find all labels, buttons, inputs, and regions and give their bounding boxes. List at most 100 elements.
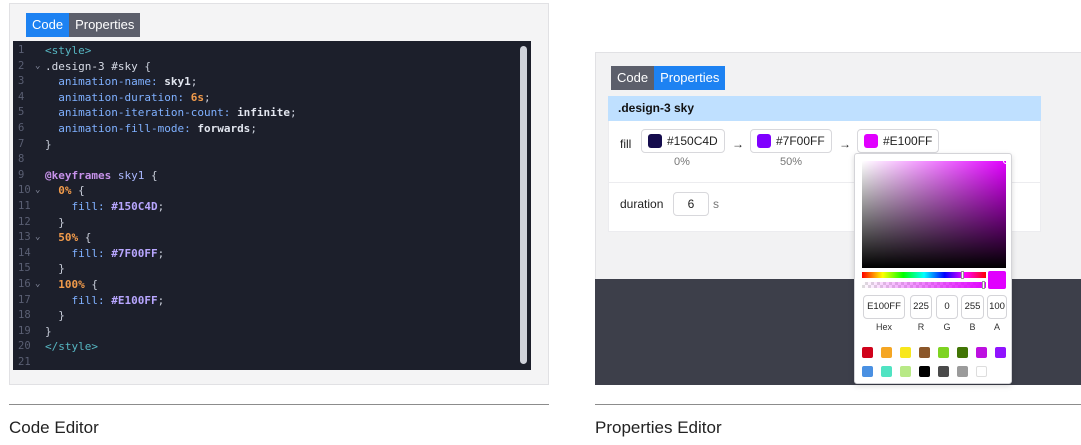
preset-color-swatch[interactable]: [881, 347, 892, 358]
line-number: 18: [18, 309, 31, 322]
code-line: 11 fill: #150C4D;: [13, 199, 513, 215]
preset-color-swatch[interactable]: [919, 347, 930, 358]
preset-color-swatch[interactable]: [900, 366, 911, 377]
saturation-field[interactable]: [862, 158, 1009, 268]
fold-gutter: [35, 121, 45, 137]
color-picker: E100FF 225 0 255 100 Hex R G B A: [854, 153, 1012, 384]
preset-color-swatch[interactable]: [862, 347, 873, 358]
line-number: 13: [18, 231, 31, 244]
fold-gutter: [35, 152, 45, 168]
preset-color-swatch[interactable]: [938, 366, 949, 377]
code-line: 18 }: [13, 308, 513, 324]
stop-percent-0: 0%: [674, 156, 690, 168]
code-line: 13 ⌄ 50% {: [13, 230, 513, 246]
hex-field[interactable]: E100FF: [863, 295, 905, 319]
tab-properties[interactable]: Properties: [654, 66, 726, 90]
alpha-handle[interactable]: [982, 281, 985, 289]
blue-field[interactable]: 255: [961, 295, 984, 319]
fold-chevron-icon[interactable]: ⌄: [35, 277, 45, 293]
code-line: 2 ⌄ .design-3 #sky {: [13, 59, 513, 75]
code-text: animation-iteration-count: infinite;: [45, 106, 297, 120]
color-stop-0[interactable]: #150C4D: [641, 129, 725, 153]
hex-label: Hex: [875, 322, 892, 332]
alpha-field[interactable]: 100: [987, 295, 1007, 319]
code-text: }: [45, 215, 65, 229]
fold-gutter: [35, 43, 45, 59]
line-number: 19: [18, 324, 31, 337]
line-number: 6: [18, 121, 25, 134]
code-line: 19}: [13, 324, 513, 340]
fold-gutter: [35, 293, 45, 309]
code-line: 14 fill: #7F00FF;: [13, 246, 513, 262]
saturation-cursor[interactable]: [1003, 158, 1009, 164]
code-text: }: [45, 309, 65, 323]
line-number: 1: [18, 44, 25, 56]
preset-color-swatch[interactable]: [976, 347, 987, 358]
code-text: 0% {: [45, 184, 85, 198]
code-line: 9 @keyframes sky1 {: [13, 168, 513, 184]
color-swatch: [757, 134, 771, 148]
color-swatch: [648, 134, 662, 148]
code-text: animation-name: sky1;: [45, 75, 198, 89]
line-number: 14: [18, 246, 31, 259]
hue-slider[interactable]: [862, 271, 986, 279]
preset-color-swatch[interactable]: [976, 366, 987, 377]
preset-color-swatch[interactable]: [900, 347, 911, 358]
preset-color-swatch[interactable]: [881, 366, 892, 377]
code-line: 1 <style>: [13, 43, 513, 59]
code-editor[interactable]: 1 <style> 2 ⌄ .design-3 #sky {3 animation-na…: [13, 41, 531, 370]
line-number: 2: [18, 59, 25, 72]
current-color-swatch: [988, 271, 1006, 289]
right-tab-bar: Code Properties: [611, 66, 726, 90]
code-text: fill: #7F00FF;: [45, 246, 165, 260]
code-lines: 1 <style> 2 ⌄ .design-3 #sky {3 animation-na…: [13, 43, 513, 370]
alpha-slider[interactable]: [862, 281, 986, 289]
green-field[interactable]: 0: [936, 295, 958, 319]
line-number: 20: [18, 340, 31, 353]
preset-color-swatch[interactable]: [919, 366, 930, 377]
arrow-icon: →: [732, 137, 744, 151]
line-number: 16: [18, 277, 31, 290]
line-number: 5: [18, 106, 25, 119]
arrow-icon: →: [839, 137, 851, 151]
line-number: 12: [18, 215, 31, 228]
red-field[interactable]: 225: [910, 295, 932, 319]
fold-gutter: [35, 137, 45, 153]
scrollbar-thumb[interactable]: [520, 46, 527, 364]
hue-handle[interactable]: [961, 271, 964, 279]
blue-label: B: [969, 322, 976, 332]
line-number: 15: [18, 262, 31, 275]
tab-code[interactable]: Code: [611, 66, 655, 90]
preset-color-swatch[interactable]: [957, 347, 968, 358]
fold-chevron-icon[interactable]: ⌄: [35, 183, 45, 199]
line-number: 10: [18, 184, 31, 197]
line-number: 11: [18, 199, 31, 212]
line-number: 4: [18, 90, 25, 103]
code-text: }: [45, 324, 52, 338]
preset-color-swatch[interactable]: [862, 366, 873, 377]
color-stop-2[interactable]: #E100FF: [857, 129, 940, 153]
fold-gutter: [35, 339, 45, 355]
fold-gutter: [35, 90, 45, 106]
preset-color-swatch[interactable]: [995, 347, 1006, 358]
code-line: 3 animation-name: sky1;: [13, 74, 513, 90]
preset-color-swatch[interactable]: [957, 366, 968, 377]
fill-label: fill: [620, 137, 632, 151]
code-line: 20 </style>: [13, 339, 513, 355]
color-stop-1[interactable]: #7F00FF: [750, 129, 832, 153]
code-text: </style>: [45, 340, 98, 354]
preset-color-swatch[interactable]: [938, 347, 949, 358]
code-scrollbar[interactable]: [519, 43, 529, 368]
duration-label: duration: [620, 197, 664, 211]
caption-divider: [595, 404, 1081, 405]
tab-properties[interactable]: Properties: [69, 13, 141, 37]
line-number: 3: [18, 75, 25, 88]
fold-chevron-icon[interactable]: ⌄: [35, 230, 45, 246]
caption-divider: [9, 404, 549, 405]
tab-code[interactable]: Code: [26, 13, 70, 37]
code-line: 5 animation-iteration-count: infinite;: [13, 105, 513, 121]
fold-gutter: [35, 215, 45, 231]
duration-input[interactable]: 6: [673, 192, 709, 216]
line-number: 7: [18, 137, 25, 150]
fold-chevron-icon[interactable]: ⌄: [35, 59, 45, 75]
